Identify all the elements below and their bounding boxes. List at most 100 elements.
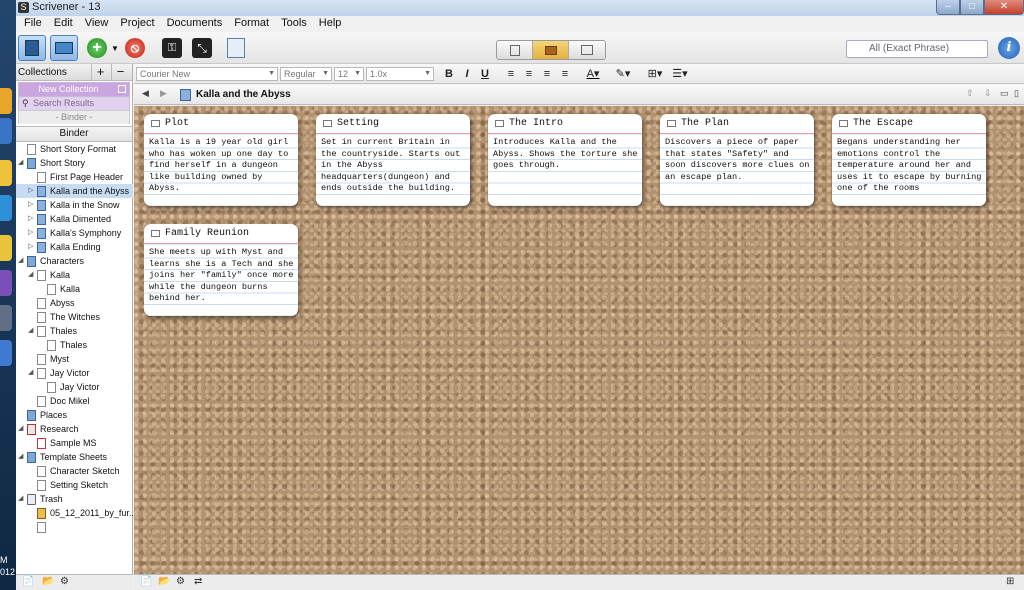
card-title[interactable]: The Escape — [832, 114, 986, 134]
document-title[interactable]: Kalla and the Abyss — [196, 89, 291, 100]
binder-item[interactable]: ▷ Kalla in the Snow — [16, 198, 133, 212]
card-title[interactable]: The Intro — [488, 114, 642, 134]
card-title[interactable]: Setting — [316, 114, 470, 134]
menu-help[interactable]: Help — [313, 16, 348, 32]
binder-item[interactable]: ▷ Kalla and the Abyss — [16, 184, 133, 198]
binder-item[interactable]: Thales — [16, 338, 133, 352]
add-doc-footer-icon[interactable]: 📄 — [22, 576, 34, 587]
font-style-select[interactable]: Regular ▼ — [280, 67, 332, 81]
font-family-select[interactable]: Courier New ▼ — [136, 67, 278, 81]
align-left-icon[interactable]: ≡ — [504, 67, 518, 81]
taskbar-app-icon[interactable] — [0, 340, 12, 366]
binder-item[interactable]: Kalla — [16, 282, 133, 296]
expand-arrow-icon[interactable]: ◢ — [18, 450, 26, 464]
expand-arrow-icon[interactable]: ◢ — [18, 254, 26, 268]
delete-button[interactable]: ⦸ — [124, 35, 146, 61]
underline-button[interactable]: U — [478, 67, 492, 81]
index-card[interactable]: Plot Kalla is a 19 year old girl who has … — [144, 114, 298, 206]
collection-tab-search-results[interactable]: ⚲ Search Results — [18, 96, 130, 110]
align-center-icon[interactable]: ≡ — [522, 67, 536, 81]
index-card[interactable]: Setting Set in current Britain in the cou… — [316, 114, 470, 206]
binder-item[interactable]: ▷ Kalla Ending — [16, 240, 133, 254]
expand-arrow-icon[interactable]: ▷ — [28, 198, 36, 212]
add-document-button[interactable]: + — [86, 35, 108, 61]
binder-toggle-button[interactable] — [18, 35, 46, 61]
card-title[interactable]: Family Reunion — [144, 224, 298, 244]
forward-arrow-icon[interactable]: ▶ — [160, 88, 167, 99]
binder-item[interactable]: ◢ Jay Victor — [16, 366, 133, 380]
expand-arrow-icon[interactable]: ◢ — [18, 156, 26, 170]
expand-arrow-icon[interactable]: ◢ — [28, 268, 36, 282]
binder-item[interactable]: The Witches — [16, 310, 133, 324]
menu-documents[interactable]: Documents — [161, 16, 229, 32]
inspector-toggle-button[interactable] — [50, 35, 78, 61]
index-card[interactable]: The Plan Discovers a piece of paper that … — [660, 114, 814, 206]
lock-focus-button[interactable]: ⚿ — [160, 35, 184, 61]
split-horizontal-icon[interactable]: ▭ — [1000, 88, 1009, 99]
menu-tools[interactable]: Tools — [275, 16, 313, 32]
taskbar-app-icon[interactable] — [0, 270, 12, 296]
menu-view[interactable]: View — [79, 16, 115, 32]
add-collection-button[interactable]: + — [91, 64, 109, 80]
search-input[interactable]: All (Exact Phrase) — [846, 40, 988, 58]
gear-icon[interactable]: ⚙ — [60, 576, 69, 587]
expand-arrow-icon[interactable]: ◢ — [18, 422, 26, 436]
index-card[interactable]: Family Reunion She meets up with Myst and… — [144, 224, 298, 316]
expand-arrow-icon[interactable]: ▷ — [28, 184, 36, 198]
binder-item[interactable] — [16, 520, 133, 534]
card-synopsis[interactable]: Begans understanding her emotions contro… — [832, 134, 986, 206]
card-title[interactable]: Plot — [144, 114, 298, 134]
taskbar-app-icon[interactable] — [0, 88, 12, 114]
binder-item[interactable]: Short Story Format — [16, 142, 133, 156]
binder-item[interactable]: Setting Sketch — [16, 478, 133, 492]
card-synopsis[interactable]: Discovers a piece of paper that states "… — [660, 134, 814, 206]
card-title[interactable]: The Plan — [660, 114, 814, 134]
scrivenings-view-button[interactable] — [497, 41, 533, 59]
remove-collection-button[interactable]: − — [111, 64, 129, 80]
binder-item[interactable]: Sample MS — [16, 436, 133, 450]
full-screen-button[interactable]: ⤡ — [190, 35, 214, 61]
collection-tab-new[interactable]: New Collection — [18, 82, 130, 96]
align-right-icon[interactable]: ≡ — [540, 67, 554, 81]
highlight-color-button[interactable]: ✎▾ — [610, 67, 636, 81]
back-arrow-icon[interactable]: ◀ — [142, 88, 149, 99]
menu-file[interactable]: File — [18, 16, 48, 32]
add-doc-footer-icon[interactable]: 📄 — [140, 576, 152, 587]
card-synopsis[interactable]: Set in current Britain in the countrysid… — [316, 134, 470, 206]
menu-edit[interactable]: Edit — [48, 16, 79, 32]
outline-view-button[interactable] — [569, 41, 605, 59]
binder-item[interactable]: ◢ Trash — [16, 492, 133, 506]
binder-item[interactable]: Places — [16, 408, 133, 422]
inspector-info-button[interactable]: i — [998, 37, 1020, 59]
binder-item[interactable]: ◢ Characters — [16, 254, 133, 268]
expand-arrow-icon[interactable]: ▷ — [28, 240, 36, 254]
text-color-button[interactable]: A▾ — [580, 67, 606, 81]
taskbar-app-icon[interactable] — [0, 235, 12, 261]
table-icon[interactable]: ⊞▾ — [644, 67, 666, 81]
card-synopsis[interactable]: Introduces Kalla and the Abyss. Shows th… — [488, 134, 642, 206]
index-card[interactable]: The Intro Introduces Kalla and the Abyss.… — [488, 114, 642, 206]
menu-project[interactable]: Project — [114, 16, 160, 32]
arrange-icon[interactable]: ⇄ — [194, 576, 202, 587]
taskbar-app-icon[interactable] — [0, 195, 12, 221]
expand-arrow-icon[interactable]: ▷ — [28, 212, 36, 226]
close-icon[interactable] — [118, 85, 126, 93]
binder-item[interactable]: Jay Victor — [16, 380, 133, 394]
align-justify-icon[interactable]: ≡ — [558, 67, 572, 81]
list-icon[interactable]: ☰▾ — [668, 67, 692, 81]
grid-icon[interactable]: ⊞ — [1006, 576, 1014, 587]
binder-item[interactable]: ◢ Template Sheets — [16, 450, 133, 464]
taskbar-app-icon[interactable] — [0, 118, 12, 144]
binder-item[interactable]: Abyss — [16, 296, 133, 310]
menu-format[interactable]: Format — [228, 16, 275, 32]
down-arrow-icon[interactable]: ⇩ — [984, 88, 992, 99]
index-card[interactable]: The Escape Begans understanding her emoti… — [832, 114, 986, 206]
binder-item[interactable]: 05_12_2011_by_fur... — [16, 506, 136, 520]
taskbar-app-icon[interactable] — [0, 160, 12, 186]
gear-icon[interactable]: ⚙ — [176, 576, 185, 587]
binder-item[interactable]: ▷ Kalla Dimented — [16, 212, 133, 226]
split-vertical-icon[interactable]: ▯ — [1014, 88, 1019, 99]
card-synopsis[interactable]: Kalla is a 19 year old girl who has woke… — [144, 134, 298, 206]
binder-item[interactable]: Character Sketch — [16, 464, 133, 478]
taskbar-app-icon[interactable] — [0, 305, 12, 331]
